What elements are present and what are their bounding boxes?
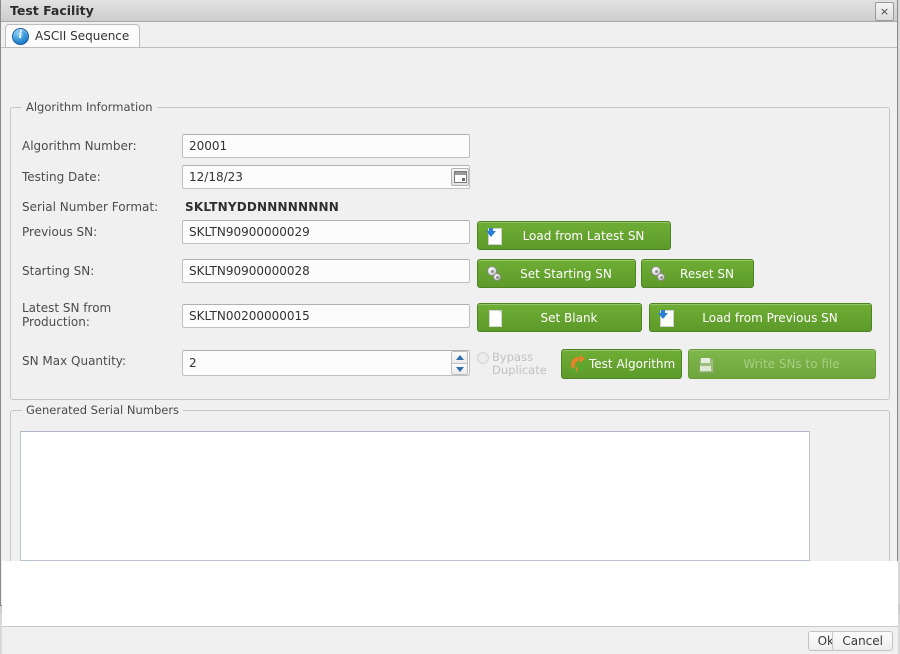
bypass-duplicate-label: Bypass Duplicate [492,350,547,377]
info-icon: i [12,27,29,45]
generated-group-legend: Generated Serial Numbers [22,403,184,417]
load-from-previous-sn-button[interactable]: Load from Previous SN [649,303,872,332]
close-icon[interactable]: × [875,2,894,21]
tab-ascii-sequence[interactable]: i ASCII Sequence [5,24,141,47]
tab-label: ASCII Sequence [35,29,130,43]
dialog-footer: Ok Cancel [2,626,898,654]
starting-sn-input[interactable] [182,259,470,283]
latest-sn-from-production-input[interactable] [182,304,470,328]
previous-sn-input[interactable] [182,220,470,244]
sn-max-quantity-stepper [451,351,468,375]
calendar-icon[interactable] [451,168,469,186]
import-icon [658,309,675,327]
algorithm-group-legend: Algorithm Information [22,100,157,114]
algorithm-number-input[interactable] [182,134,470,158]
stepper-down-icon[interactable] [451,363,468,375]
reset-sn-button[interactable]: Reset SN [641,259,754,288]
test-facility-dialog: Test Facility × i ASCII Sequence Algorit… [0,0,898,654]
serial-number-format-value: SKLTNYDDNNNNNNNN [185,200,339,214]
label-testing-date: Testing Date: [22,170,101,184]
testing-date-input[interactable] [182,165,470,189]
generated-serial-numbers-textarea[interactable] [20,431,810,561]
stepper-up-icon[interactable] [451,351,468,363]
gears-icon [650,265,667,282]
gears-icon [486,265,503,282]
test-algorithm-button[interactable]: Test Algorithm [561,349,682,379]
label-previous-sn: Previous SN: [22,225,98,239]
label-sn-max-quantity: SN Max Quantity: [22,354,127,368]
tab-strip: i ASCII Sequence [1,22,897,48]
bypass-duplicate-checkbox[interactable]: Bypass Duplicate [477,351,547,377]
label-algorithm-number: Algorithm Number: [22,139,137,153]
window-title: Test Facility [10,3,94,18]
set-blank-button[interactable]: Set Blank [477,303,642,332]
checkbox-box-icon [477,352,489,364]
set-starting-sn-button[interactable]: Set Starting SN [477,259,636,288]
label-serial-number-format: Serial Number Format: [22,200,159,214]
load-from-latest-sn-button[interactable]: Load from Latest SN [477,221,671,250]
dialog-content: Algorithm Information Algorithm Number: … [1,48,898,654]
refresh-icon [568,353,589,375]
label-latest-sn-from-production: Latest SN from Production: [22,301,112,329]
label-starting-sn: Starting SN: [22,264,95,278]
cancel-button[interactable]: Cancel [832,631,893,651]
import-icon [486,227,503,245]
save-floppy-icon [697,356,714,373]
write-sns-to-file-button[interactable]: Write SNs to file [688,349,876,379]
dialog-white-area [2,561,898,626]
blank-page-icon [486,309,503,327]
title-bar: Test Facility × [1,0,897,22]
sn-max-quantity-input[interactable] [182,350,470,376]
calendar-glyph [453,171,467,183]
